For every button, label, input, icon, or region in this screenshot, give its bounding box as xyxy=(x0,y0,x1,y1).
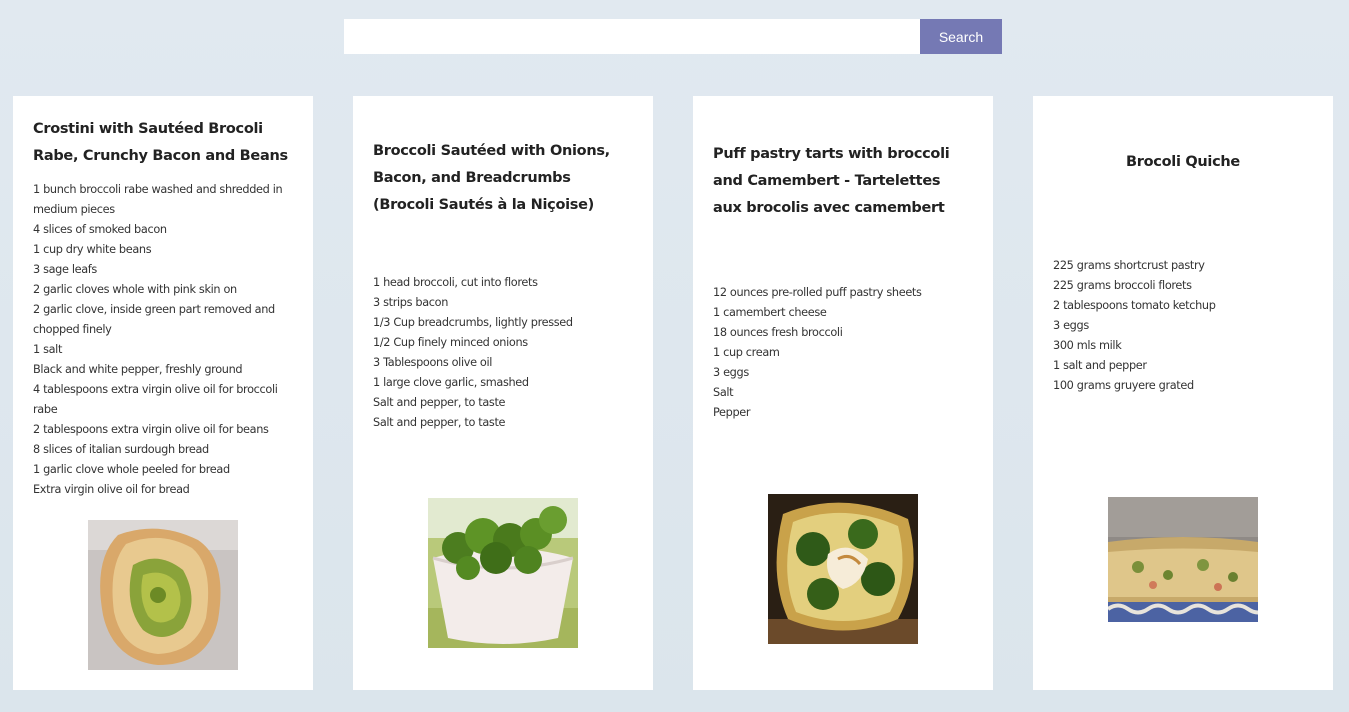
ingredient-item: 300 mls milk xyxy=(1053,339,1122,352)
ingredient-list: 1 head broccoli, cut into florets 3 stri… xyxy=(373,273,633,433)
ingredient-item: Salt and pepper, to taste xyxy=(373,416,506,429)
ingredient-item: 18 ounces fresh broccoli xyxy=(713,326,843,339)
ingredient-item: 1/2 Cup finely minced onions xyxy=(373,336,528,349)
ingredient-item: 4 tablespoons extra virgin olive oil for… xyxy=(33,383,278,416)
ingredient-item: Extra virgin olive oil for bread xyxy=(33,483,190,496)
ingredient-item: Salt and pepper, to taste xyxy=(373,396,506,409)
recipe-image[interactable] xyxy=(428,498,578,648)
ingredient-item: 3 strips bacon xyxy=(373,296,449,309)
ingredient-item: 1/3 Cup breadcrumbs, lightly pressed xyxy=(373,316,573,329)
ingredient-item: 12 ounces pre-rolled puff pastry sheets xyxy=(713,286,922,299)
ingredient-item: Pepper xyxy=(713,406,751,419)
recipe-title[interactable]: Broccoli Sautéed with Onions, Bacon, and… xyxy=(373,138,633,219)
ingredient-item: 1 cup cream xyxy=(713,346,780,359)
ingredient-item: 1 garlic clove whole peeled for bread xyxy=(33,463,230,476)
ingredient-item: 225 grams broccoli florets xyxy=(1053,279,1192,292)
ingredient-item: 2 garlic clove, inside green part remove… xyxy=(33,303,275,336)
ingredient-item: 3 eggs xyxy=(713,366,749,379)
ingredient-item: 1 bunch broccoli rabe washed and shredde… xyxy=(33,183,283,216)
ingredient-item: 3 eggs xyxy=(1053,319,1089,332)
ingredient-item: 225 grams shortcrust pastry xyxy=(1053,259,1205,272)
search-input[interactable] xyxy=(344,19,920,54)
ingredient-item: 2 garlic cloves whole with pink skin on xyxy=(33,283,237,296)
ingredient-item: Salt xyxy=(713,386,734,399)
search-bar: Search xyxy=(344,19,1002,54)
ingredient-item: 1 salt and pepper xyxy=(1053,359,1147,372)
recipe-card[interactable]: Broccoli Sautéed with Onions, Bacon, and… xyxy=(353,96,653,690)
recipe-image[interactable] xyxy=(768,494,918,644)
recipe-image[interactable] xyxy=(1108,497,1258,622)
ingredient-item: 1 salt xyxy=(33,343,63,356)
recipe-card[interactable]: Brocoli Quiche 225 grams shortcrust past… xyxy=(1033,96,1333,690)
recipe-title[interactable]: Puff pastry tarts with broccoli and Came… xyxy=(713,141,973,222)
ingredient-list: 12 ounces pre-rolled puff pastry sheets … xyxy=(713,283,973,423)
ingredient-item: 2 tablespoons tomato ketchup xyxy=(1053,299,1216,312)
recipe-title[interactable]: Crostini with Sautéed Brocoli Rabe, Crun… xyxy=(33,116,293,170)
ingredient-item: 8 slices of italian surdough bread xyxy=(33,443,209,456)
ingredient-list: 225 grams shortcrust pastry 225 grams br… xyxy=(1053,256,1313,396)
ingredient-list: 1 bunch broccoli rabe washed and shredde… xyxy=(33,180,293,500)
ingredient-item: 1 head broccoli, cut into florets xyxy=(373,276,538,289)
search-button[interactable]: Search xyxy=(920,19,1002,54)
recipe-card[interactable]: Puff pastry tarts with broccoli and Came… xyxy=(693,96,993,690)
ingredient-item: 1 camembert cheese xyxy=(713,306,827,319)
ingredient-item: 1 large clove garlic, smashed xyxy=(373,376,529,389)
recipe-title[interactable]: Brocoli Quiche xyxy=(1053,149,1313,176)
recipe-card[interactable]: Crostini with Sautéed Brocoli Rabe, Crun… xyxy=(13,96,313,690)
ingredient-item: Black and white pepper, freshly ground xyxy=(33,363,243,376)
recipe-image[interactable] xyxy=(88,520,238,670)
ingredient-item: 3 Tablespoons olive oil xyxy=(373,356,493,369)
ingredient-item: 4 slices of smoked bacon xyxy=(33,223,167,236)
ingredient-item: 1 cup dry white beans xyxy=(33,243,152,256)
ingredient-item: 2 tablespoons extra virgin olive oil for… xyxy=(33,423,269,436)
ingredient-item: 3 sage leafs xyxy=(33,263,97,276)
ingredient-item: 100 grams gruyere grated xyxy=(1053,379,1194,392)
